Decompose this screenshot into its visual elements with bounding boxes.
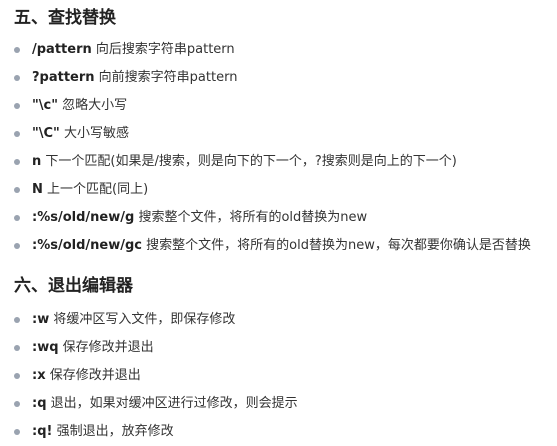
list-item: n 下一个匹配(如果是/搜索，则是向下的下一个，?搜索则是向上的下一个) xyxy=(0,148,531,176)
command-text: :q xyxy=(32,396,47,411)
bullet-icon xyxy=(14,159,20,165)
bullet-icon xyxy=(14,243,20,249)
command-text: :w xyxy=(32,312,50,327)
exit-editor-list: :w 将缓冲区写入文件，即保存修改 :wq 保存修改并退出 :x 保存修改并退出… xyxy=(0,306,298,446)
command-description: 向后搜索字符串pattern xyxy=(95,42,235,57)
list-item: /pattern 向后搜索字符串pattern xyxy=(0,36,531,64)
command-text: :wq xyxy=(32,340,59,355)
command-text: :%s/old/new/g xyxy=(32,210,135,225)
command-text: ?pattern xyxy=(32,70,95,85)
command-description: 保存修改并退出 xyxy=(49,368,141,383)
command-description: 强制退出，放弃修改 xyxy=(56,424,174,439)
bullet-icon xyxy=(14,373,20,379)
command-text: :x xyxy=(32,368,46,383)
list-item: :q! 强制退出，放弃修改 xyxy=(0,418,298,446)
command-text: /pattern xyxy=(32,42,92,57)
bullet-icon xyxy=(14,131,20,137)
command-text: :q! xyxy=(32,424,53,439)
command-description: 搜索整个文件，将所有的old替换为new xyxy=(138,210,368,225)
command-description: 下一个匹配(如果是/搜索，则是向下的下一个，?搜索则是向上的下一个) xyxy=(45,154,457,169)
section-title-search-replace: 五、查找替换 xyxy=(14,8,116,28)
bullet-icon xyxy=(14,47,20,53)
list-item: :wq 保存修改并退出 xyxy=(0,334,298,362)
list-item: :x 保存修改并退出 xyxy=(0,362,298,390)
bullet-icon xyxy=(14,401,20,407)
bullet-icon xyxy=(14,187,20,193)
command-text: "\c" xyxy=(32,98,58,113)
list-item: :w 将缓冲区写入文件，即保存修改 xyxy=(0,306,298,334)
list-item: N 上一个匹配(同上) xyxy=(0,176,531,204)
section-title-exit-editor: 六、退出编辑器 xyxy=(14,276,133,296)
list-item: :%s/old/new/gc 搜索整个文件，将所有的old替换为new，每次都要… xyxy=(0,232,531,260)
bullet-icon xyxy=(14,429,20,435)
list-item: :q 退出，如果对缓冲区进行过修改，则会提示 xyxy=(0,390,298,418)
command-description: 将缓冲区写入文件，即保存修改 xyxy=(53,312,236,327)
bullet-icon xyxy=(14,75,20,81)
command-description: 大小写敏感 xyxy=(63,126,129,141)
command-text: N xyxy=(32,182,43,197)
bullet-icon xyxy=(14,215,20,221)
list-item: ?pattern 向前搜索字符串pattern xyxy=(0,64,531,92)
command-description: 退出，如果对缓冲区进行过修改，则会提示 xyxy=(50,396,298,411)
list-item: "\c" 忽略大小写 xyxy=(0,92,531,120)
command-text: :%s/old/new/gc xyxy=(32,238,142,253)
command-description: 向前搜索字符串pattern xyxy=(98,70,238,85)
list-item: "\C" 大小写敏感 xyxy=(0,120,531,148)
command-description: 搜索整个文件，将所有的old替换为new，每次都要你确认是否替换 xyxy=(146,238,531,253)
command-text: "\C" xyxy=(32,126,60,141)
bullet-icon xyxy=(14,103,20,109)
search-replace-list: /pattern 向后搜索字符串pattern ?pattern 向前搜索字符串… xyxy=(0,36,531,260)
list-item: :%s/old/new/g 搜索整个文件，将所有的old替换为new xyxy=(0,204,531,232)
command-text: n xyxy=(32,154,42,169)
bullet-icon xyxy=(14,345,20,351)
command-description: 忽略大小写 xyxy=(62,98,128,113)
command-description: 上一个匹配(同上) xyxy=(47,182,149,197)
bullet-icon xyxy=(14,317,20,323)
command-description: 保存修改并退出 xyxy=(62,340,154,355)
